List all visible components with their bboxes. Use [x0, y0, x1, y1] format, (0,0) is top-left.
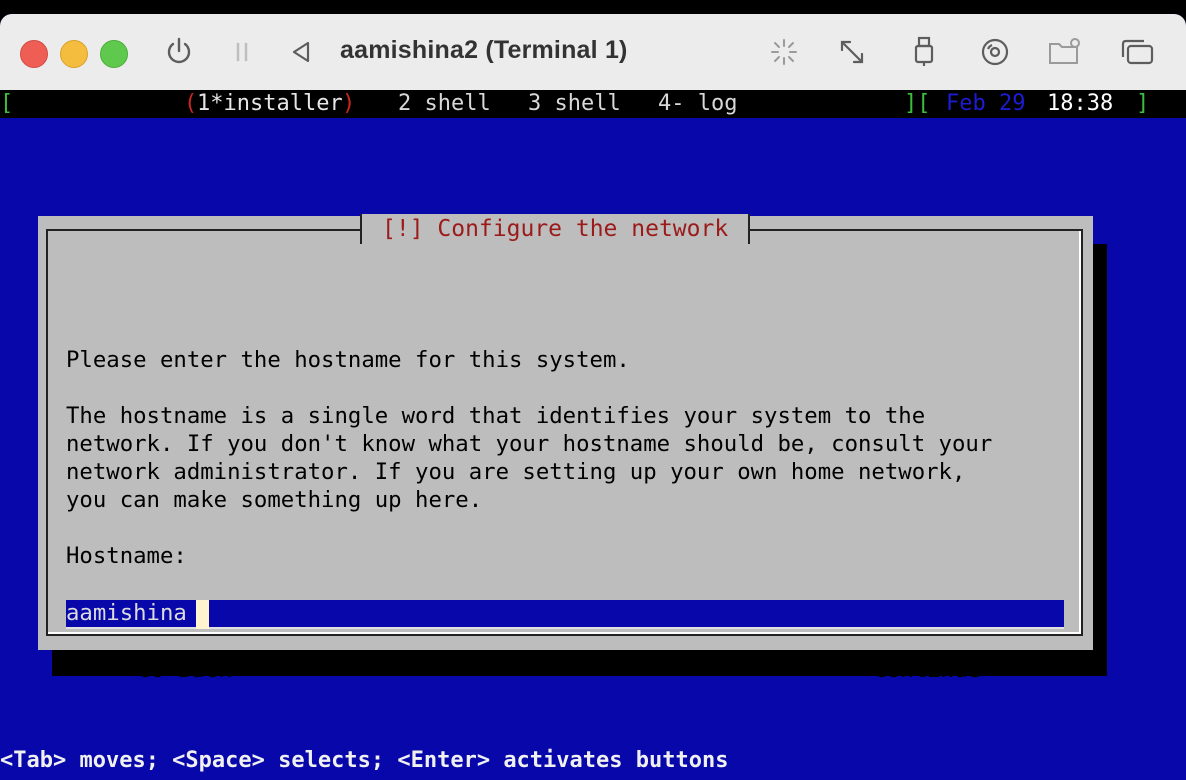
keyboard-hint: <Tab> moves; <Space> selects; <Enter> ac…	[0, 748, 729, 773]
status-window-shell-2[interactable]: 2 shell	[398, 90, 491, 118]
status-date: Feb 29	[946, 91, 1026, 116]
status-paren-close: )	[342, 91, 356, 116]
hostname-label: Hostname:	[66, 543, 187, 569]
screen-statusbar: [ ( 1*installer ) 2 shell 3 shell 4- log…	[0, 90, 1186, 118]
status-time: 18:38	[1047, 91, 1114, 116]
status-window-log[interactable]: 4- log	[658, 90, 737, 118]
disc-icon[interactable]	[978, 34, 1012, 70]
windows-icon[interactable]	[1118, 34, 1156, 70]
minimize-window-button[interactable]	[60, 40, 88, 68]
text-cursor	[196, 600, 209, 629]
description-line: network administrator. If you are settin…	[66, 459, 966, 485]
pause-icon[interactable]	[232, 34, 252, 70]
status-window-installer[interactable]: 1*installer	[197, 90, 343, 118]
dialog-title: [!] Configure the network	[360, 214, 751, 244]
go-back-button[interactable]: <Go Back>	[124, 656, 245, 684]
status-paren-open: (	[184, 91, 198, 116]
hostname-input[interactable]: aamishina	[66, 600, 1064, 629]
description-line: The hostname is a single word that ident…	[66, 403, 926, 429]
configure-network-dialog: [!] Configure the network Please enter t…	[38, 214, 1093, 683]
hostname-prompt: Please enter the hostname for this syste…	[66, 347, 630, 373]
back-triangle-icon[interactable]	[288, 34, 314, 70]
resize-icon[interactable]	[836, 34, 868, 70]
continue-button[interactable]: <Continue>	[860, 656, 994, 684]
snapshot-icon[interactable]	[768, 34, 800, 70]
close-window-button[interactable]	[20, 40, 48, 68]
hostname-value: aamishina	[66, 600, 187, 626]
description-line: network. If you don't know what your hos…	[66, 431, 993, 457]
power-icon[interactable]	[164, 34, 194, 70]
maximize-window-button[interactable]	[100, 40, 128, 68]
title-bar: aamishina2 (Terminal 1)	[0, 14, 1186, 91]
status-left-bracket: [	[0, 91, 14, 116]
status-window-shell-3[interactable]: 3 shell	[528, 90, 621, 118]
terminal-screen[interactable]: [ ( 1*installer ) 2 shell 3 shell 4- log…	[0, 90, 1186, 780]
shared-folder-icon[interactable]	[1046, 34, 1084, 70]
description-line: you can make something up here.	[66, 487, 483, 513]
window-title: aamishina2 (Terminal 1)	[340, 36, 628, 64]
status-end-bracket: ]	[1136, 91, 1150, 116]
status-right-brackets: ][	[904, 91, 931, 116]
usb-icon[interactable]	[910, 34, 938, 70]
vm-window: aamishina2 (Terminal 1) [ ( 1*installer …	[0, 14, 1186, 780]
